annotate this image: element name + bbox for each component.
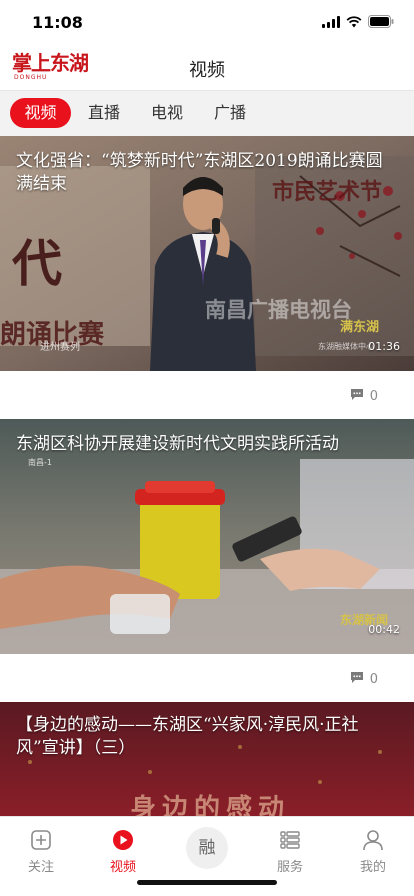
comment-count[interactable]: 0 xyxy=(350,388,378,405)
video-card[interactable]: 南昌-1 东湖新闻 东湖区科协开展建设新时代文明实践所活动 00:42 0 xyxy=(0,419,414,706)
video-thumbnail[interactable]: 身边的感动 【身边的感动——东湖区“兴家风·淳民风·正社风”宣讲】（三） xyxy=(0,702,414,816)
page-title: 视频 xyxy=(189,60,225,81)
station-watermark: 南昌广播电视台 xyxy=(205,298,352,322)
tab-live[interactable]: 直播 xyxy=(82,98,126,128)
nav-service[interactable]: 服务 xyxy=(260,827,320,875)
video-card[interactable]: 身边的感动 【身边的感动——东湖区“兴家风·淳民风·正社风”宣讲】（三） xyxy=(0,702,414,816)
app-header: 掌上东湖 DONGHU 视频 xyxy=(0,44,414,90)
video-title[interactable]: 文化强省：“筑梦新时代”东湖区2019朗诵比赛圆满结束 xyxy=(16,150,394,196)
status-time: 11:08 xyxy=(32,13,83,32)
nav-follow[interactable]: 关注 xyxy=(11,827,71,875)
nav-service-label: 服务 xyxy=(276,860,303,875)
home-indicator xyxy=(137,880,277,885)
video-title[interactable]: 【身边的感动——东湖区“兴家风·淳民风·正社风”宣讲】（三） xyxy=(16,714,394,760)
battery-icon xyxy=(368,15,394,28)
nav-mine-label: 我的 xyxy=(359,860,386,875)
video-duration: 01:36 xyxy=(368,340,400,353)
series-label: 进州赛列 xyxy=(40,342,80,353)
rong-center-icon[interactable]: 融 xyxy=(186,827,228,869)
video-card[interactable]: 市民艺术节 代 朗诵比赛 南昌广播电视台 满东湖 东湖融媒体中心 进州赛列 文化… xyxy=(0,136,414,423)
comment-icon xyxy=(350,388,364,405)
video-thumbnail[interactable]: 市民艺术节 代 朗诵比赛 南昌广播电视台 满东湖 东湖融媒体中心 进州赛列 文化… xyxy=(0,136,414,371)
nav-video[interactable]: 视频 xyxy=(93,827,153,875)
banner-text-dai: 代 xyxy=(12,234,62,293)
thumbnail-big-text: 身边的感动 xyxy=(130,794,291,816)
nav-follow-label: 关注 xyxy=(27,860,54,875)
list-icon xyxy=(277,827,303,853)
tab-radio[interactable]: 广播 xyxy=(208,98,252,128)
video-meta: 0 xyxy=(0,371,414,421)
nav-video-label: 视频 xyxy=(109,860,136,875)
plus-square-icon xyxy=(28,827,54,853)
comment-count[interactable]: 0 xyxy=(350,671,378,688)
signal-icon xyxy=(322,15,340,28)
comment-count-value: 0 xyxy=(369,672,378,687)
tab-video[interactable]: 视频 xyxy=(10,98,71,128)
comment-icon xyxy=(350,671,364,688)
play-circle-icon xyxy=(110,827,136,853)
tab-tv[interactable]: 电视 xyxy=(145,98,189,128)
video-duration: 00:42 xyxy=(368,623,400,636)
video-title[interactable]: 东湖区科协开展建设新时代文明实践所活动 xyxy=(16,433,394,456)
channel-logo-sub: 东湖融媒体中心 xyxy=(318,342,374,351)
status-icons xyxy=(322,15,394,28)
corner-tag: 南昌-1 xyxy=(28,458,52,467)
wifi-icon xyxy=(346,15,362,28)
channel-logo: 满东湖 xyxy=(340,320,380,335)
video-meta: 0 xyxy=(0,654,414,704)
video-feed[interactable]: 市民艺术节 代 朗诵比赛 南昌广播电视台 满东湖 东湖融媒体中心 进州赛列 文化… xyxy=(0,136,414,816)
user-icon xyxy=(360,827,386,853)
category-tabs: 视频 直播 电视 广播 xyxy=(0,90,414,136)
status-bar: 11:08 xyxy=(0,0,414,44)
comment-count-value: 0 xyxy=(369,389,378,404)
nav-mine[interactable]: 我的 xyxy=(343,827,403,875)
video-thumbnail[interactable]: 南昌-1 东湖新闻 东湖区科协开展建设新时代文明实践所活动 00:42 xyxy=(0,419,414,654)
